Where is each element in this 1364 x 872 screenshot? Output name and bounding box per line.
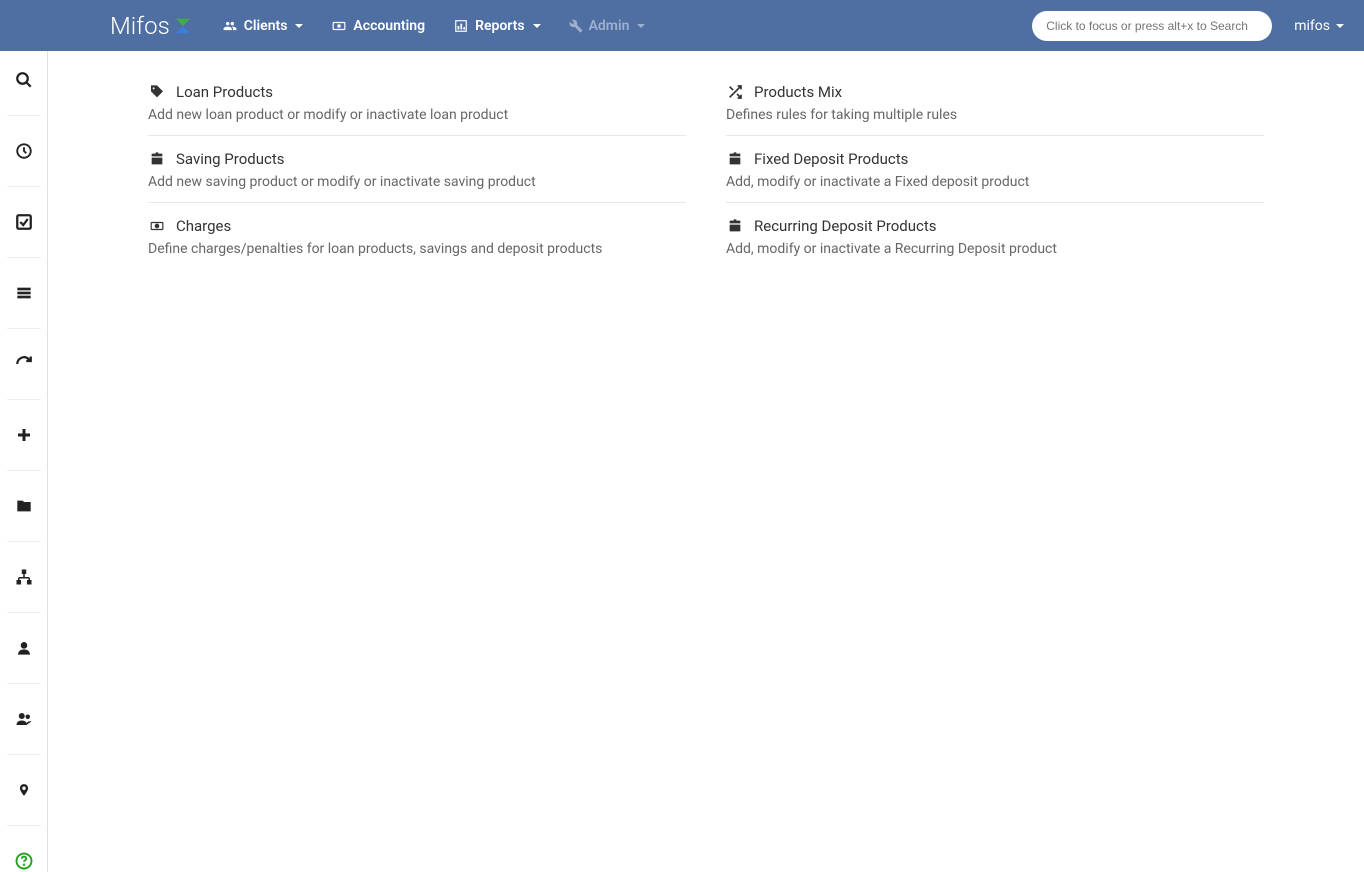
item-desc: Add new saving product or modify or inac… xyxy=(148,174,686,190)
nav-admin[interactable]: Admin xyxy=(569,18,646,34)
item-desc: Add, modify or inactivate a Fixed deposi… xyxy=(726,174,1264,190)
shuffle-icon xyxy=(726,85,744,99)
caret-icon xyxy=(533,24,541,28)
item-saving-products-link[interactable]: Saving Products xyxy=(148,150,686,168)
check-icon xyxy=(15,213,33,231)
sitemap-icon xyxy=(15,568,33,586)
divider xyxy=(7,328,41,329)
nav-accounting-label: Accounting xyxy=(353,18,425,34)
list-icon xyxy=(15,285,33,301)
item-title: Fixed Deposit Products xyxy=(754,150,908,168)
users-icon xyxy=(14,710,34,728)
item-desc: Add new loan product or modify or inacti… xyxy=(148,107,686,123)
dashboard-icon xyxy=(15,142,33,160)
divider xyxy=(7,470,41,471)
item-title: Charges xyxy=(176,217,231,235)
item-products-mix-link[interactable]: Products Mix xyxy=(726,83,1264,101)
sidebar-help[interactable] xyxy=(13,850,35,872)
item-recurring-deposit: Recurring Deposit Products Add, modify o… xyxy=(726,203,1264,269)
chart-icon xyxy=(453,19,469,33)
tag-icon xyxy=(148,85,166,99)
sidebar-search[interactable] xyxy=(13,69,35,91)
divider xyxy=(7,612,41,613)
topbar: Mifos Clients Accounting Reports Admin m… xyxy=(0,0,1364,51)
item-fixed-deposit-link[interactable]: Fixed Deposit Products xyxy=(726,150,1264,168)
sidebar-refresh[interactable] xyxy=(13,353,35,375)
item-desc: Define charges/penalties for loan produc… xyxy=(148,241,686,257)
refresh-icon xyxy=(15,355,33,373)
item-title: Recurring Deposit Products xyxy=(754,217,937,235)
nav-accounting[interactable]: Accounting xyxy=(331,18,425,34)
item-recurring-deposit-link[interactable]: Recurring Deposit Products xyxy=(726,217,1264,235)
caret-icon xyxy=(1336,24,1344,28)
divider xyxy=(7,399,41,400)
item-desc: Add, modify or inactivate a Recurring De… xyxy=(726,241,1264,257)
search-box[interactable] xyxy=(1032,11,1272,41)
item-saving-products: Saving Products Add new saving product o… xyxy=(148,136,686,203)
user-menu[interactable]: mifos xyxy=(1294,18,1344,34)
item-products-mix: Products Mix Defines rules for taking mu… xyxy=(726,69,1264,136)
nav-reports[interactable]: Reports xyxy=(453,18,541,34)
marker-icon xyxy=(17,780,31,800)
briefcase-icon xyxy=(726,152,744,166)
caret-icon xyxy=(295,24,303,28)
logo-text: Mifos xyxy=(110,12,170,40)
sidebar-users[interactable] xyxy=(13,708,35,730)
sidebar-dashboard[interactable] xyxy=(13,140,35,162)
sidebar-org[interactable] xyxy=(13,566,35,588)
users-icon xyxy=(222,19,238,33)
search-icon xyxy=(15,71,33,89)
money-icon xyxy=(148,219,166,233)
main-content: Loan Products Add new loan product or mo… xyxy=(48,51,1364,872)
sidebar-folder[interactable] xyxy=(13,495,35,517)
briefcase-icon xyxy=(726,219,744,233)
nav-clients[interactable]: Clients xyxy=(222,18,304,34)
money-icon xyxy=(331,19,347,33)
sidebar-user[interactable] xyxy=(13,637,35,659)
left-column: Loan Products Add new loan product or mo… xyxy=(148,69,686,269)
nav-admin-label: Admin xyxy=(589,18,630,34)
briefcase-icon xyxy=(148,152,166,166)
nav-reports-label: Reports xyxy=(475,18,525,34)
divider xyxy=(7,115,41,116)
divider xyxy=(7,683,41,684)
item-title: Products Mix xyxy=(754,83,842,101)
item-title: Loan Products xyxy=(176,83,273,101)
sidebar-check[interactable] xyxy=(13,211,35,233)
user-icon xyxy=(16,639,32,657)
item-loan-products-link[interactable]: Loan Products xyxy=(148,83,686,101)
plus-icon xyxy=(15,426,33,444)
help-icon xyxy=(15,852,33,870)
item-title: Saving Products xyxy=(176,150,284,168)
nav-clients-label: Clients xyxy=(244,18,288,34)
divider xyxy=(7,825,41,826)
logo[interactable]: Mifos xyxy=(110,12,192,40)
item-fixed-deposit: Fixed Deposit Products Add, modify or in… xyxy=(726,136,1264,203)
sidebar-list[interactable] xyxy=(13,282,35,304)
right-column: Products Mix Defines rules for taking mu… xyxy=(726,69,1264,269)
search-input[interactable] xyxy=(1046,19,1258,33)
top-nav: Clients Accounting Reports Admin xyxy=(222,18,1033,34)
item-charges-link[interactable]: Charges xyxy=(148,217,686,235)
item-loan-products: Loan Products Add new loan product or mo… xyxy=(148,69,686,136)
wrench-icon xyxy=(569,19,583,33)
folder-icon xyxy=(15,498,33,514)
divider xyxy=(7,754,41,755)
item-desc: Defines rules for taking multiple rules xyxy=(726,107,1264,123)
divider xyxy=(7,257,41,258)
sidebar-location[interactable] xyxy=(13,779,35,801)
item-charges: Charges Define charges/penalties for loa… xyxy=(148,203,686,269)
divider xyxy=(7,541,41,542)
divider xyxy=(7,186,41,187)
sidebar-add[interactable] xyxy=(13,424,35,446)
logo-mark-icon xyxy=(174,17,192,35)
sidebar xyxy=(0,51,48,872)
caret-icon xyxy=(637,24,645,28)
user-label: mifos xyxy=(1294,18,1330,34)
